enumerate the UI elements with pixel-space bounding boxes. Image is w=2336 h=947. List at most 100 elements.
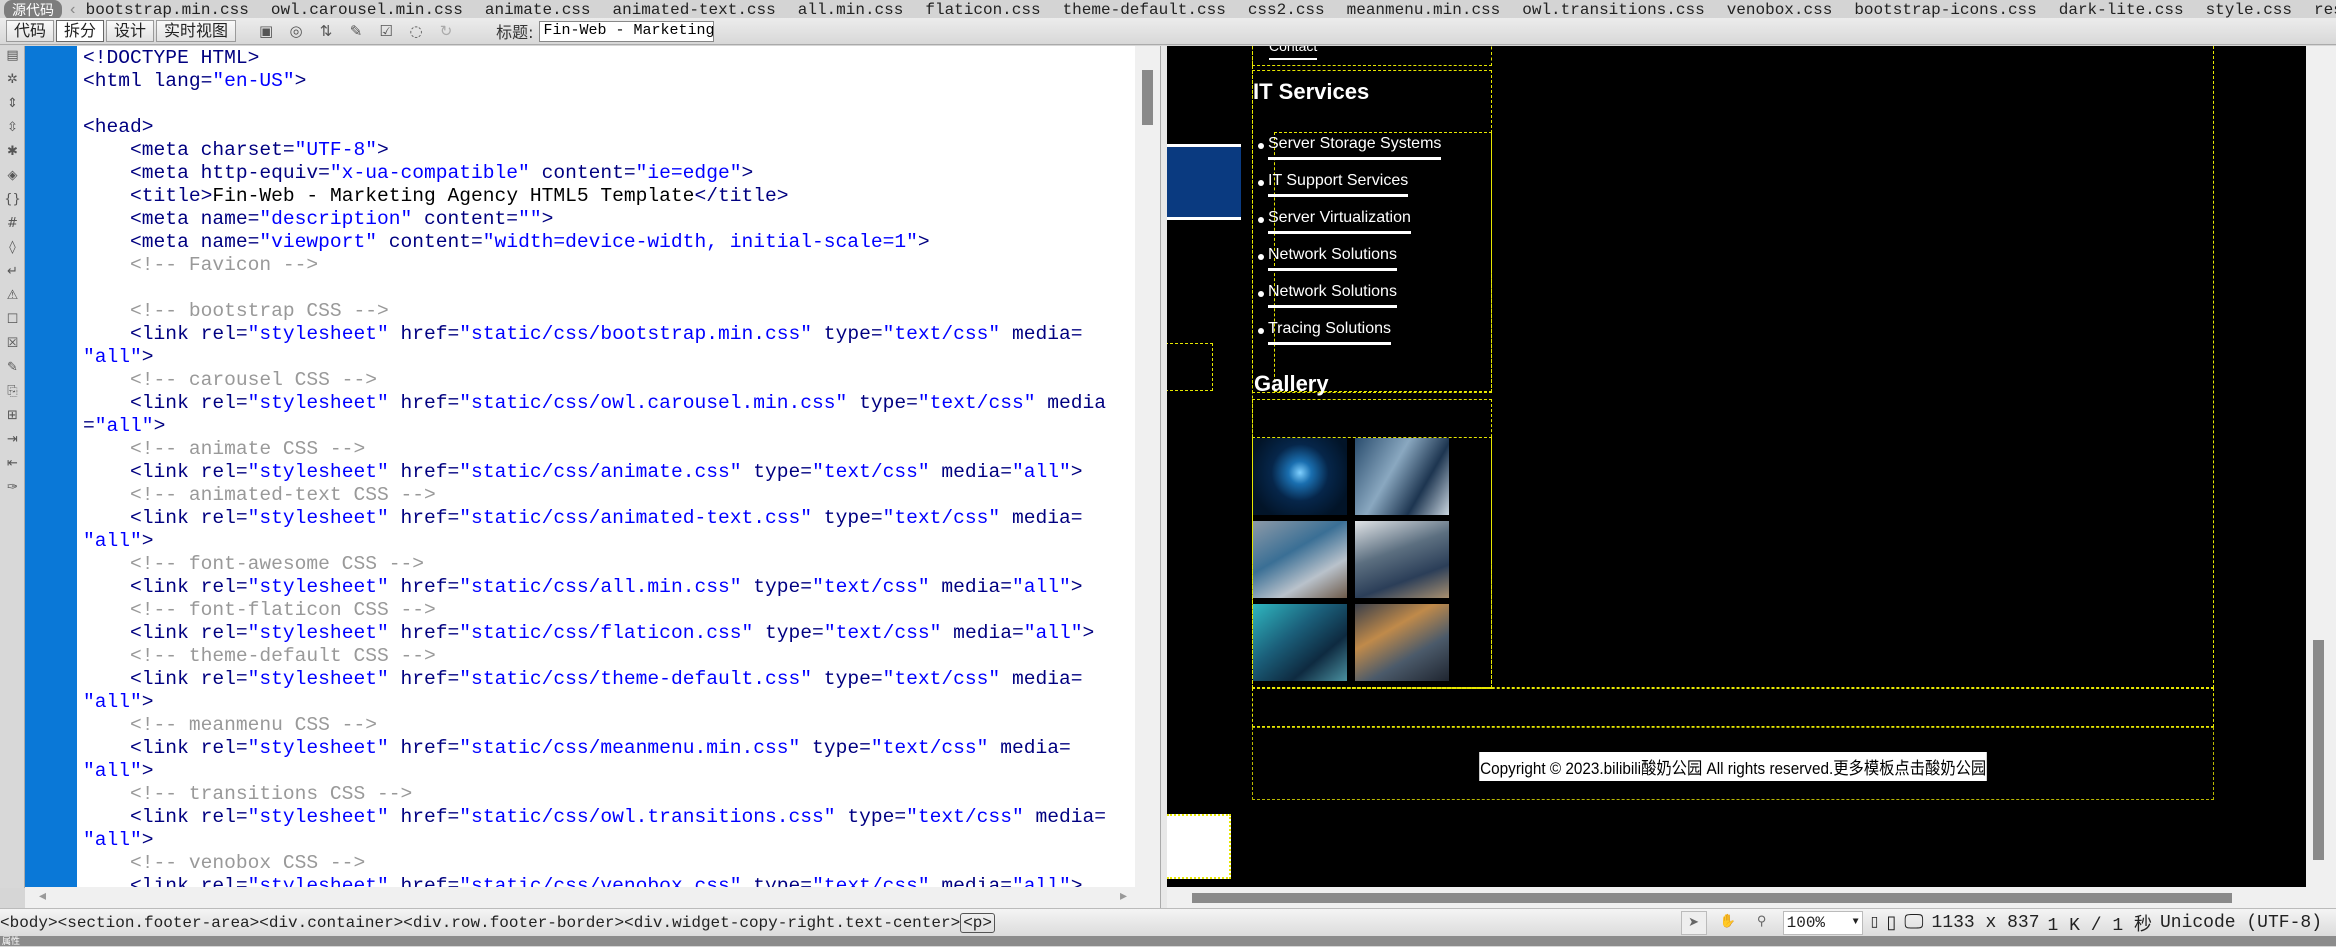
code-line[interactable]: 4<head> xyxy=(77,116,1135,139)
validate-icon[interactable]: ☑ xyxy=(376,22,396,40)
code-line[interactable]: 2<html lang="en-US"> xyxy=(77,70,1135,93)
woman-at-computer-image[interactable] xyxy=(1355,438,1449,515)
code-line[interactable]: 28 <!-- transitions CSS --> xyxy=(77,783,1135,806)
code-line[interactable]: "all"> xyxy=(77,691,1135,714)
code-line[interactable]: 16 <!-- animate CSS --> xyxy=(77,438,1135,461)
file-tab[interactable]: flaticon.css xyxy=(925,1,1040,19)
code-line[interactable]: 9 <meta name="viewport" content="width=d… xyxy=(77,231,1135,254)
code-line[interactable]: 3 xyxy=(77,93,1135,116)
service-link[interactable]: Tracing Solutions xyxy=(1268,320,1392,345)
file-tab[interactable]: bootstrap.min.css xyxy=(86,1,249,19)
chevron-left-icon[interactable]: ‹ xyxy=(68,1,78,19)
code-line[interactable]: 23 <link rel="stylesheet" href="static/c… xyxy=(77,622,1135,645)
code-line[interactable]: 7 <title>Fin-Web - Marketing Agency HTML… xyxy=(77,185,1135,208)
code-line[interactable]: 18 <!-- animated-text CSS --> xyxy=(77,484,1135,507)
code-vertical-scrollbar[interactable] xyxy=(1135,46,1160,888)
code-scroll-thumb[interactable] xyxy=(1142,70,1153,125)
mobile-size-icon[interactable]: ▯ xyxy=(1871,914,1879,931)
file-tab[interactable]: meanmenu.min.css xyxy=(1347,1,1501,19)
hand-tool-icon[interactable]: ✋ xyxy=(1715,911,1741,935)
code-line[interactable]: 13 <link rel="stylesheet" href="static/c… xyxy=(77,323,1135,346)
code-line[interactable]: "all"> xyxy=(77,760,1135,783)
design-preview[interactable]: Contact IT Services Gallery Copyright © … xyxy=(1167,46,2306,887)
code-line[interactable]: "all"> xyxy=(77,829,1135,852)
properties-panel-label[interactable]: 属性 xyxy=(2,934,20,947)
code-line[interactable]: 25 <link rel="stylesheet" href="static/c… xyxy=(77,668,1135,691)
refresh-icon[interactable]: ↻ xyxy=(436,22,456,40)
indent-icon[interactable]: ⇥ xyxy=(0,432,25,454)
check-compat-icon[interactable]: ◌ xyxy=(406,22,426,40)
tag-selector-item[interactable]: <p> xyxy=(960,912,995,933)
document-title-input[interactable]: Fin-Web - Marketing Agency HTML5 Templat… xyxy=(539,20,715,42)
file-tab[interactable]: venobox.css xyxy=(1727,1,1833,19)
file-tab[interactable]: theme-default.css xyxy=(1063,1,1226,19)
highlight-invalid-icon[interactable]: ◊ xyxy=(0,240,25,262)
code-line[interactable]: ="all"> xyxy=(77,415,1135,438)
zoom-select[interactable]: 100% ▼ xyxy=(1782,910,1863,935)
apply-comment-icon[interactable]: ☐ xyxy=(0,312,25,334)
code-line[interactable]: 20 <!-- font-awesome CSS --> xyxy=(77,553,1135,576)
code-line[interactable]: 26 <!-- meanmenu CSS --> xyxy=(77,714,1135,737)
visual-aids-icon[interactable]: ✎ xyxy=(346,22,366,40)
code-line[interactable]: 21 <link rel="stylesheet" href="static/c… xyxy=(77,576,1135,599)
code-line[interactable]: 19 <link rel="stylesheet" href="static/c… xyxy=(77,507,1135,530)
service-link[interactable]: Server Virtualization xyxy=(1268,209,1411,234)
wrap-tag-icon[interactable]: ✎ xyxy=(0,360,25,382)
code-line[interactable]: 30 <!-- venobox CSS --> xyxy=(77,852,1135,875)
service-link[interactable]: Network Solutions xyxy=(1268,283,1397,308)
view-button-0[interactable]: 代码 xyxy=(6,20,55,42)
zoom-tool-icon[interactable]: ⚲ xyxy=(1749,911,1775,935)
file-tab[interactable]: responsive.css xyxy=(2314,1,2336,19)
scroll-left-icon[interactable]: ◂ xyxy=(39,888,46,904)
window-size[interactable]: 1133 x 837 xyxy=(1932,913,2040,933)
code-line[interactable]: 22 <!-- font-flaticon CSS --> xyxy=(77,599,1135,622)
night-office-image[interactable] xyxy=(1355,604,1449,681)
service-link[interactable]: Server Storage Systems xyxy=(1268,135,1442,160)
word-wrap-icon[interactable]: ↵ xyxy=(0,264,25,286)
code-line[interactable]: 6 <meta http-equiv="x-ua-compatible" con… xyxy=(77,162,1135,185)
code-horizontal-scrollbar[interactable]: ◂ ▸ xyxy=(25,887,1162,908)
code-line[interactable]: 14 <!-- carousel CSS --> xyxy=(77,369,1135,392)
code-line[interactable]: "all"> xyxy=(77,530,1135,553)
code-line[interactable]: 29 <link rel="stylesheet" href="static/c… xyxy=(77,806,1135,829)
tag-selector-item[interactable]: <div.widget-copy-right.text-center> xyxy=(624,914,960,932)
preview-browser-icon[interactable]: ◎ xyxy=(286,22,306,40)
code-line[interactable]: 24 <!-- theme-default CSS --> xyxy=(77,645,1135,668)
open-documents-icon[interactable]: ▤ xyxy=(0,48,25,70)
tag-selector-item[interactable]: <div.container> xyxy=(259,914,403,932)
file-management-icon[interactable]: ⇅ xyxy=(316,22,336,40)
split-divider[interactable] xyxy=(1160,46,1167,908)
view-button-1[interactable]: 拆分 xyxy=(56,20,105,42)
select-parent-tag-icon[interactable]: ◈ xyxy=(0,168,25,190)
syntax-error-icon[interactable]: ⚠ xyxy=(0,288,25,310)
outdent-icon[interactable]: ⇤ xyxy=(0,456,25,478)
view-button-3[interactable]: 实时视图 xyxy=(156,20,237,42)
scroll-to-top-box[interactable] xyxy=(1167,814,1231,879)
tag-selector-item[interactable]: <section.footer-area> xyxy=(58,914,260,932)
move-css-icon[interactable]: ⊞ xyxy=(0,408,25,430)
code-line[interactable]: 5 <meta charset="UTF-8"> xyxy=(77,139,1135,162)
code-line[interactable]: 8 <meta name="description" content=""> xyxy=(77,208,1135,231)
tech-gear-hologram-image[interactable] xyxy=(1253,438,1347,515)
file-tab[interactable]: owl.transitions.css xyxy=(1522,1,1704,19)
code-line[interactable]: 11 xyxy=(77,277,1135,300)
multiscreen-icon[interactable]: ▣ xyxy=(256,22,276,40)
tablet-size-icon[interactable]: ▯ xyxy=(1886,912,1896,934)
code-line[interactable]: 10 <!-- Favicon --> xyxy=(77,254,1135,277)
collapse-selection-icon[interactable]: ⇳ xyxy=(0,120,25,142)
desktop-size-icon[interactable]: 🖵 xyxy=(1904,911,1923,935)
file-tab[interactable]: animated-text.css xyxy=(613,1,776,19)
code-line[interactable]: 1<!DOCTYPE HTML> xyxy=(77,47,1135,70)
office-team-monitors-image[interactable] xyxy=(1355,521,1449,598)
file-tab[interactable]: style.css xyxy=(2206,1,2292,19)
preview-scroll-thumb[interactable] xyxy=(2313,640,2324,860)
line-numbers-icon[interactable]: # xyxy=(0,216,25,238)
file-tab[interactable]: animate.css xyxy=(485,1,591,19)
file-tab[interactable]: owl.carousel.min.css xyxy=(271,1,463,19)
recent-snippets-icon[interactable]: ⎘ xyxy=(0,384,25,406)
code-line[interactable]: "all"> xyxy=(77,346,1135,369)
show-code-navigator-icon[interactable]: ✲ xyxy=(0,72,25,94)
laptop-hologram-image[interactable] xyxy=(1253,521,1347,598)
balance-braces-icon[interactable]: {} xyxy=(0,192,25,214)
format-source-icon[interactable]: ✑ xyxy=(0,480,25,502)
